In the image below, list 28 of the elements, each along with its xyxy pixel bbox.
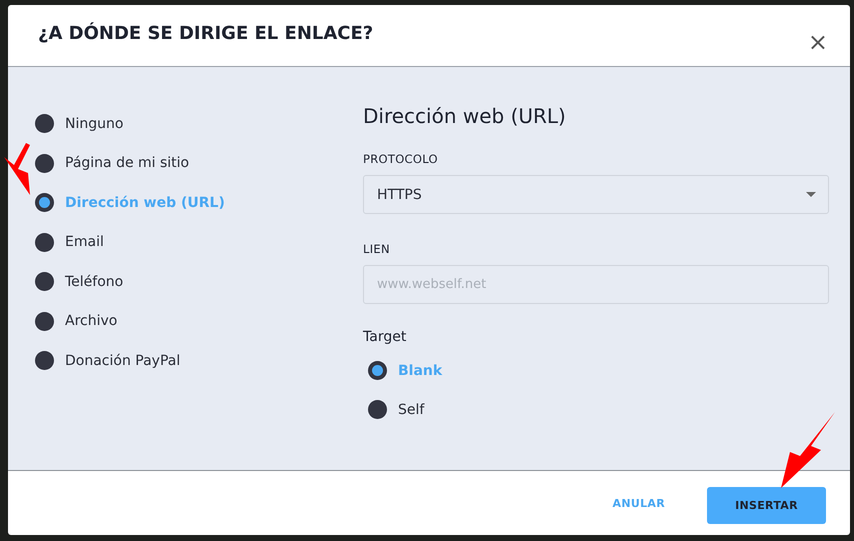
radio-option[interactable]: Teléfono bbox=[35, 262, 363, 302]
radio-option[interactable]: Email bbox=[35, 222, 363, 262]
radio-option[interactable]: Archivo bbox=[35, 302, 363, 341]
radio-option[interactable]: Ninguno bbox=[35, 104, 363, 144]
radio-icon bbox=[368, 361, 387, 380]
radio-icon bbox=[368, 400, 387, 419]
insert-button[interactable]: INSERTAR bbox=[707, 486, 826, 524]
radio-icon bbox=[35, 272, 54, 292]
radio-icon bbox=[35, 154, 54, 173]
caret-icon bbox=[806, 192, 816, 197]
field-label: PROTOCOLO bbox=[363, 152, 439, 166]
radio-icon bbox=[35, 114, 54, 134]
arrow-icon bbox=[4, 143, 32, 195]
section-heading: Dirección web (URL) bbox=[363, 104, 567, 128]
radio-option[interactable]: Página de mi sitio bbox=[35, 144, 363, 183]
arrow-icon bbox=[781, 412, 835, 488]
protocol-dropdown[interactable]: HTTPS bbox=[363, 175, 829, 214]
radio-option[interactable]: Self bbox=[363, 390, 829, 429]
link-input[interactable]: www.webself.net bbox=[363, 265, 829, 304]
radio-option[interactable]: Donación PayPal bbox=[35, 341, 363, 380]
radio-icon bbox=[35, 232, 54, 252]
field-label: Target bbox=[363, 329, 408, 345]
dialog-title: ¿A DÓNDE SE DIRIGE EL ENLACE? bbox=[38, 23, 374, 44]
radio-icon bbox=[35, 312, 54, 331]
radio-icon bbox=[35, 193, 54, 212]
close-button[interactable]: × bbox=[808, 30, 828, 54]
radio-icon bbox=[35, 351, 54, 370]
field-label: LIEN bbox=[363, 242, 391, 256]
